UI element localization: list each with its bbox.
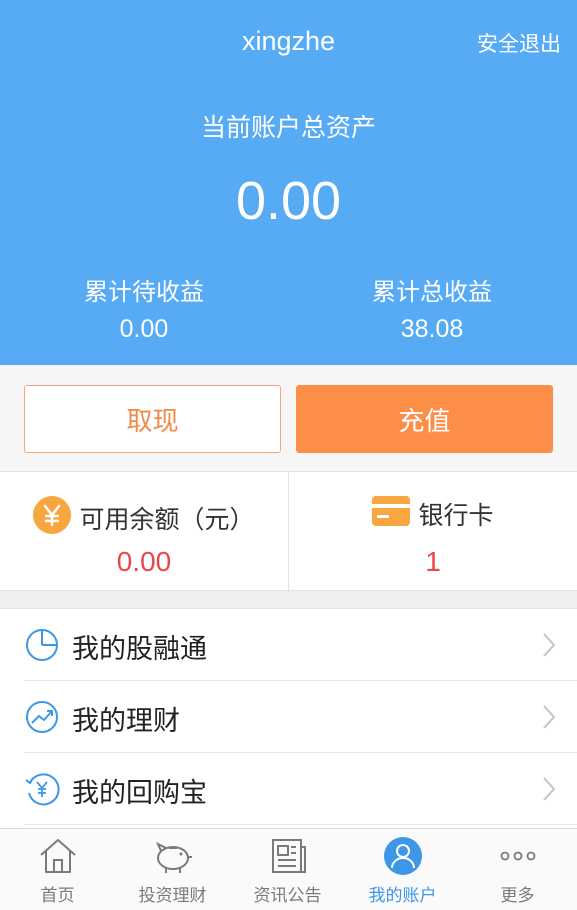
total-assets-value: 0.00 [235,171,342,231]
menu-label: 我的回购宝 [72,778,207,809]
tab-my-account[interactable]: 我的账户 [345,829,460,910]
available-balance-cell[interactable]: 可用余额（元） 0.00 [0,472,288,592]
pie-chart-icon [24,627,60,663]
tab-label: 首页 [40,886,75,906]
more-icon [497,835,539,877]
tab-label: 更多 [500,886,535,906]
tab-home[interactable]: 首页 [0,829,115,910]
separator [24,824,577,825]
tab-news[interactable]: 资讯公告 [230,829,345,910]
withdraw-button[interactable]: 取现 [24,385,281,453]
trend-chart-icon [24,699,60,735]
total-income-label: 累计总收益 [372,278,492,306]
available-balance-label: 可用余额（元） [79,505,255,534]
menu-item-licai[interactable]: 我的理财 [0,681,577,753]
menu-item-gurongtong[interactable]: 我的股融通 [0,609,577,681]
tab-label: 投资理财 [138,886,207,906]
recharge-button[interactable]: 充值 [296,385,553,453]
yuan-coin-icon [33,496,72,540]
bank-card-count: 1 [425,546,441,577]
bank-card-cell[interactable]: 银行卡 1 [289,472,577,592]
bank-card-icon [372,496,411,532]
total-assets-label: 当前账户总资产 [200,113,376,142]
chevron-right-icon [541,631,557,659]
bank-card-label: 银行卡 [418,501,494,530]
tab-more[interactable]: 更多 [460,829,575,910]
tab-invest[interactable]: 投资理财 [115,829,230,910]
total-income: 累计总收益 38.08 [288,272,576,344]
chevron-right-icon [541,703,557,731]
pending-income-label: 累计待收益 [84,278,204,306]
bottom-tab-bar: 首页 投资理财 资讯公告 我的账户 更多 [0,828,577,910]
tab-label: 我的账户 [368,886,437,906]
account-menu: 我的股融通 我的理财 我的回购宝 [0,608,577,830]
balance-row: 可用余额（元） 0.00 银行卡 1 [0,471,577,592]
menu-label: 我的理财 [72,706,180,737]
menu-item-huigoubao[interactable]: 我的回购宝 [0,753,577,825]
chevron-right-icon [541,775,557,803]
action-bar: 取现 充值 [0,365,577,471]
available-balance-value: 0.00 [116,546,172,577]
pending-income-value: 0.00 [119,315,169,343]
user-icon [382,835,424,877]
account-header: xingzhe 安全退出 当前账户总资产 0.00 累计待收益 0.00 累计总… [0,0,577,365]
total-income-value: 38.08 [400,315,464,343]
yuan-refresh-icon [24,771,60,807]
tab-label: 资讯公告 [253,886,322,906]
pending-income: 累计待收益 0.00 [0,272,288,344]
home-icon [37,835,79,877]
newspaper-icon [267,835,309,877]
menu-label: 我的股融通 [72,634,207,665]
logout-button[interactable]: 安全退出 [477,28,561,58]
piggy-bank-icon [152,835,194,877]
